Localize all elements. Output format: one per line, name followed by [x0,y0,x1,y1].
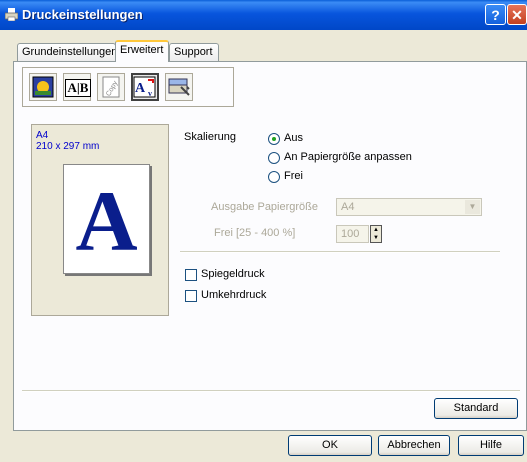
tab-grundeinstellungen[interactable]: Grundeinstellungen [17,43,117,61]
close-button[interactable]: ✕ [507,4,527,25]
watermark-button[interactable]: Copy [97,73,125,101]
scaling-label: Skalierung [184,131,236,143]
output-size-value: A4 [341,201,355,213]
radio-frei[interactable] [268,171,280,183]
free-scale-label: Frei [25 - 400 %] [214,227,296,239]
reverse-print-label[interactable]: Umkehrdruck [201,289,266,301]
reverse-print-checkbox[interactable] [185,290,197,302]
free-scale-value: 100 [341,228,360,240]
cancel-button[interactable]: Abbrechen [378,435,450,456]
paper-dimensions: 210 x 297 mm [36,141,100,152]
radio-aus-label[interactable]: Aus [284,132,303,144]
mirror-print-checkbox[interactable] [185,269,197,281]
free-scale-input[interactable]: 100 [336,225,369,243]
duplex-button[interactable]: A|B [63,73,91,101]
printer-icon [5,8,18,21]
tab-erweitert[interactable]: Erweitert [115,40,169,62]
scaling-button[interactable]: A v [131,73,159,101]
svg-text:A: A [135,81,146,96]
output-size-select[interactable]: A4 ▼ [336,198,482,216]
output-size-label: Ausgabe Papiergröße [211,201,319,213]
radio-fit-to-paper[interactable] [268,152,280,164]
radio-fit-to-paper-label[interactable]: An Papiergröße anpassen [284,151,412,163]
bottom-divider [22,390,520,392]
title-bar: Druckeinstellungen ? ✕ [0,0,527,30]
preview-letter: A [75,173,138,269]
print-quality-icon [32,76,54,98]
hilfe-button[interactable]: Hilfe [458,435,524,456]
ok-button[interactable]: OK [288,435,372,456]
duplex-icon: A|B [65,79,91,97]
device-options-button[interactable] [165,73,193,101]
scaling-icon: A v [133,76,156,98]
mirror-print-label[interactable]: Spiegeldruck [201,268,265,280]
tab-support[interactable]: Support [169,43,219,61]
device-options-icon [168,78,190,96]
watermark-icon: Copy [102,76,120,98]
help-button[interactable]: ? [485,4,506,25]
divider [180,251,500,253]
chevron-down-icon: ▼ [465,200,480,214]
radio-frei-label[interactable]: Frei [284,170,303,182]
radio-selected-dot [272,137,276,141]
radio-aus[interactable] [268,133,280,145]
preview-page: A [63,164,150,274]
feature-toolbar: A|B Copy A v [22,67,234,107]
paper-name: A4 [36,130,49,141]
svg-text:v: v [148,89,152,98]
free-scale-spinner[interactable]: ▲ ▼ [370,225,382,243]
window-title: Druckeinstellungen [22,7,143,22]
spin-up-icon[interactable]: ▲ [371,226,381,234]
spin-down-icon[interactable]: ▼ [371,234,381,242]
print-quality-button[interactable] [29,73,57,101]
paper-size-info: A4 210 x 297 mm [36,130,99,152]
standard-button[interactable]: Standard [434,398,518,419]
